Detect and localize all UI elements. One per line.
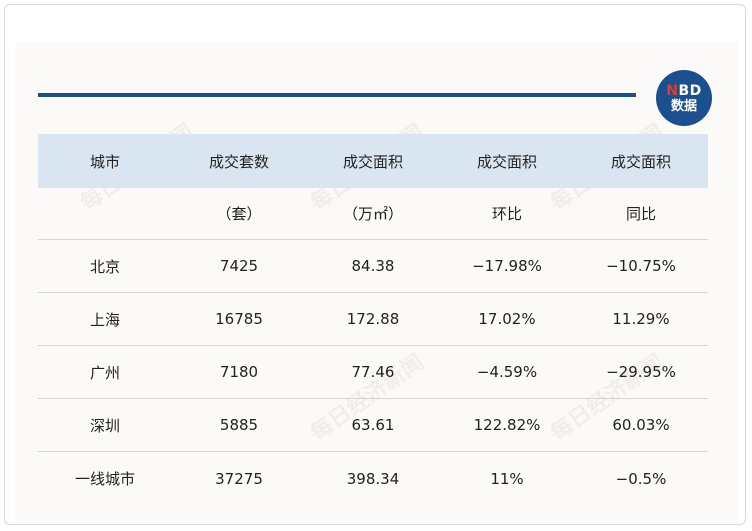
cell-city: 上海 [89,310,120,329]
logo-subtitle: 数据 [670,98,697,114]
cell-units: 7425 [219,257,259,275]
cell-yoy: −10.75% [606,257,676,275]
cell-units: 5885 [219,416,259,434]
cell-area: 77.46 [351,363,395,381]
cell-units: 7180 [219,363,259,381]
table-row: 一线城市 37275 398.34 11% −0.5% [38,452,708,505]
cell-city: 一线城市 [74,470,135,488]
logo-letter-n: N [666,82,679,99]
table-row: 北京 7425 84.38 −17.98% −10.75% [38,240,708,293]
table-row: 广州 7180 77.46 −4.59% −29.95% [38,346,708,399]
cell-area: 84.38 [351,257,395,275]
subheader-yoy: 同比 [625,205,656,223]
logo-letters-bd: BD [678,82,702,99]
cell-mom: −4.59% [476,363,538,381]
cell-city: 深圳 [89,416,120,435]
nbd-data-logo: NBD 数据 [656,70,712,126]
cell-mom: 17.02% [478,310,536,328]
cell-city: 广州 [89,363,120,382]
transaction-table: 城市 成交套数 成交面积 成交面积 成交面积 （套） （万㎡） 环比 同比 北京… [38,134,708,505]
header-units: 成交套数 [208,152,269,171]
cell-yoy: 60.03% [612,416,670,434]
cell-area: 63.61 [351,416,395,434]
header-area-yoy: 成交面积 [610,152,671,171]
subheader-mom: 环比 [491,205,522,223]
table-row: 上海 16785 172.88 17.02% 11.29% [38,293,708,346]
cell-city: 北京 [89,257,120,276]
subheader-units: （套） [216,205,262,223]
cell-mom: 122.82% [473,416,541,434]
table-header-row: 城市 成交套数 成交面积 成交面积 成交面积 [38,134,708,188]
cell-yoy: −0.5% [615,469,667,488]
cell-yoy: −29.95% [606,363,676,381]
cell-units: 37275 [215,469,263,488]
cell-area: 172.88 [346,310,400,328]
subheader-area: （万㎡） [342,205,403,223]
cell-mom: −17.98% [472,257,542,275]
cell-area: 398.34 [346,469,400,488]
table-row: 深圳 5885 63.61 122.82% 60.03% [38,399,708,452]
table-subheader-row: （套） （万㎡） 环比 同比 [38,188,708,240]
cell-yoy: 11.29% [612,310,670,328]
header-area-mom: 成交面积 [476,152,537,171]
header-area: 成交面积 [342,152,403,171]
cell-mom: 11% [490,469,524,488]
header-city: 城市 [89,152,120,171]
cell-units: 16785 [215,310,263,328]
header-rule [38,93,636,97]
